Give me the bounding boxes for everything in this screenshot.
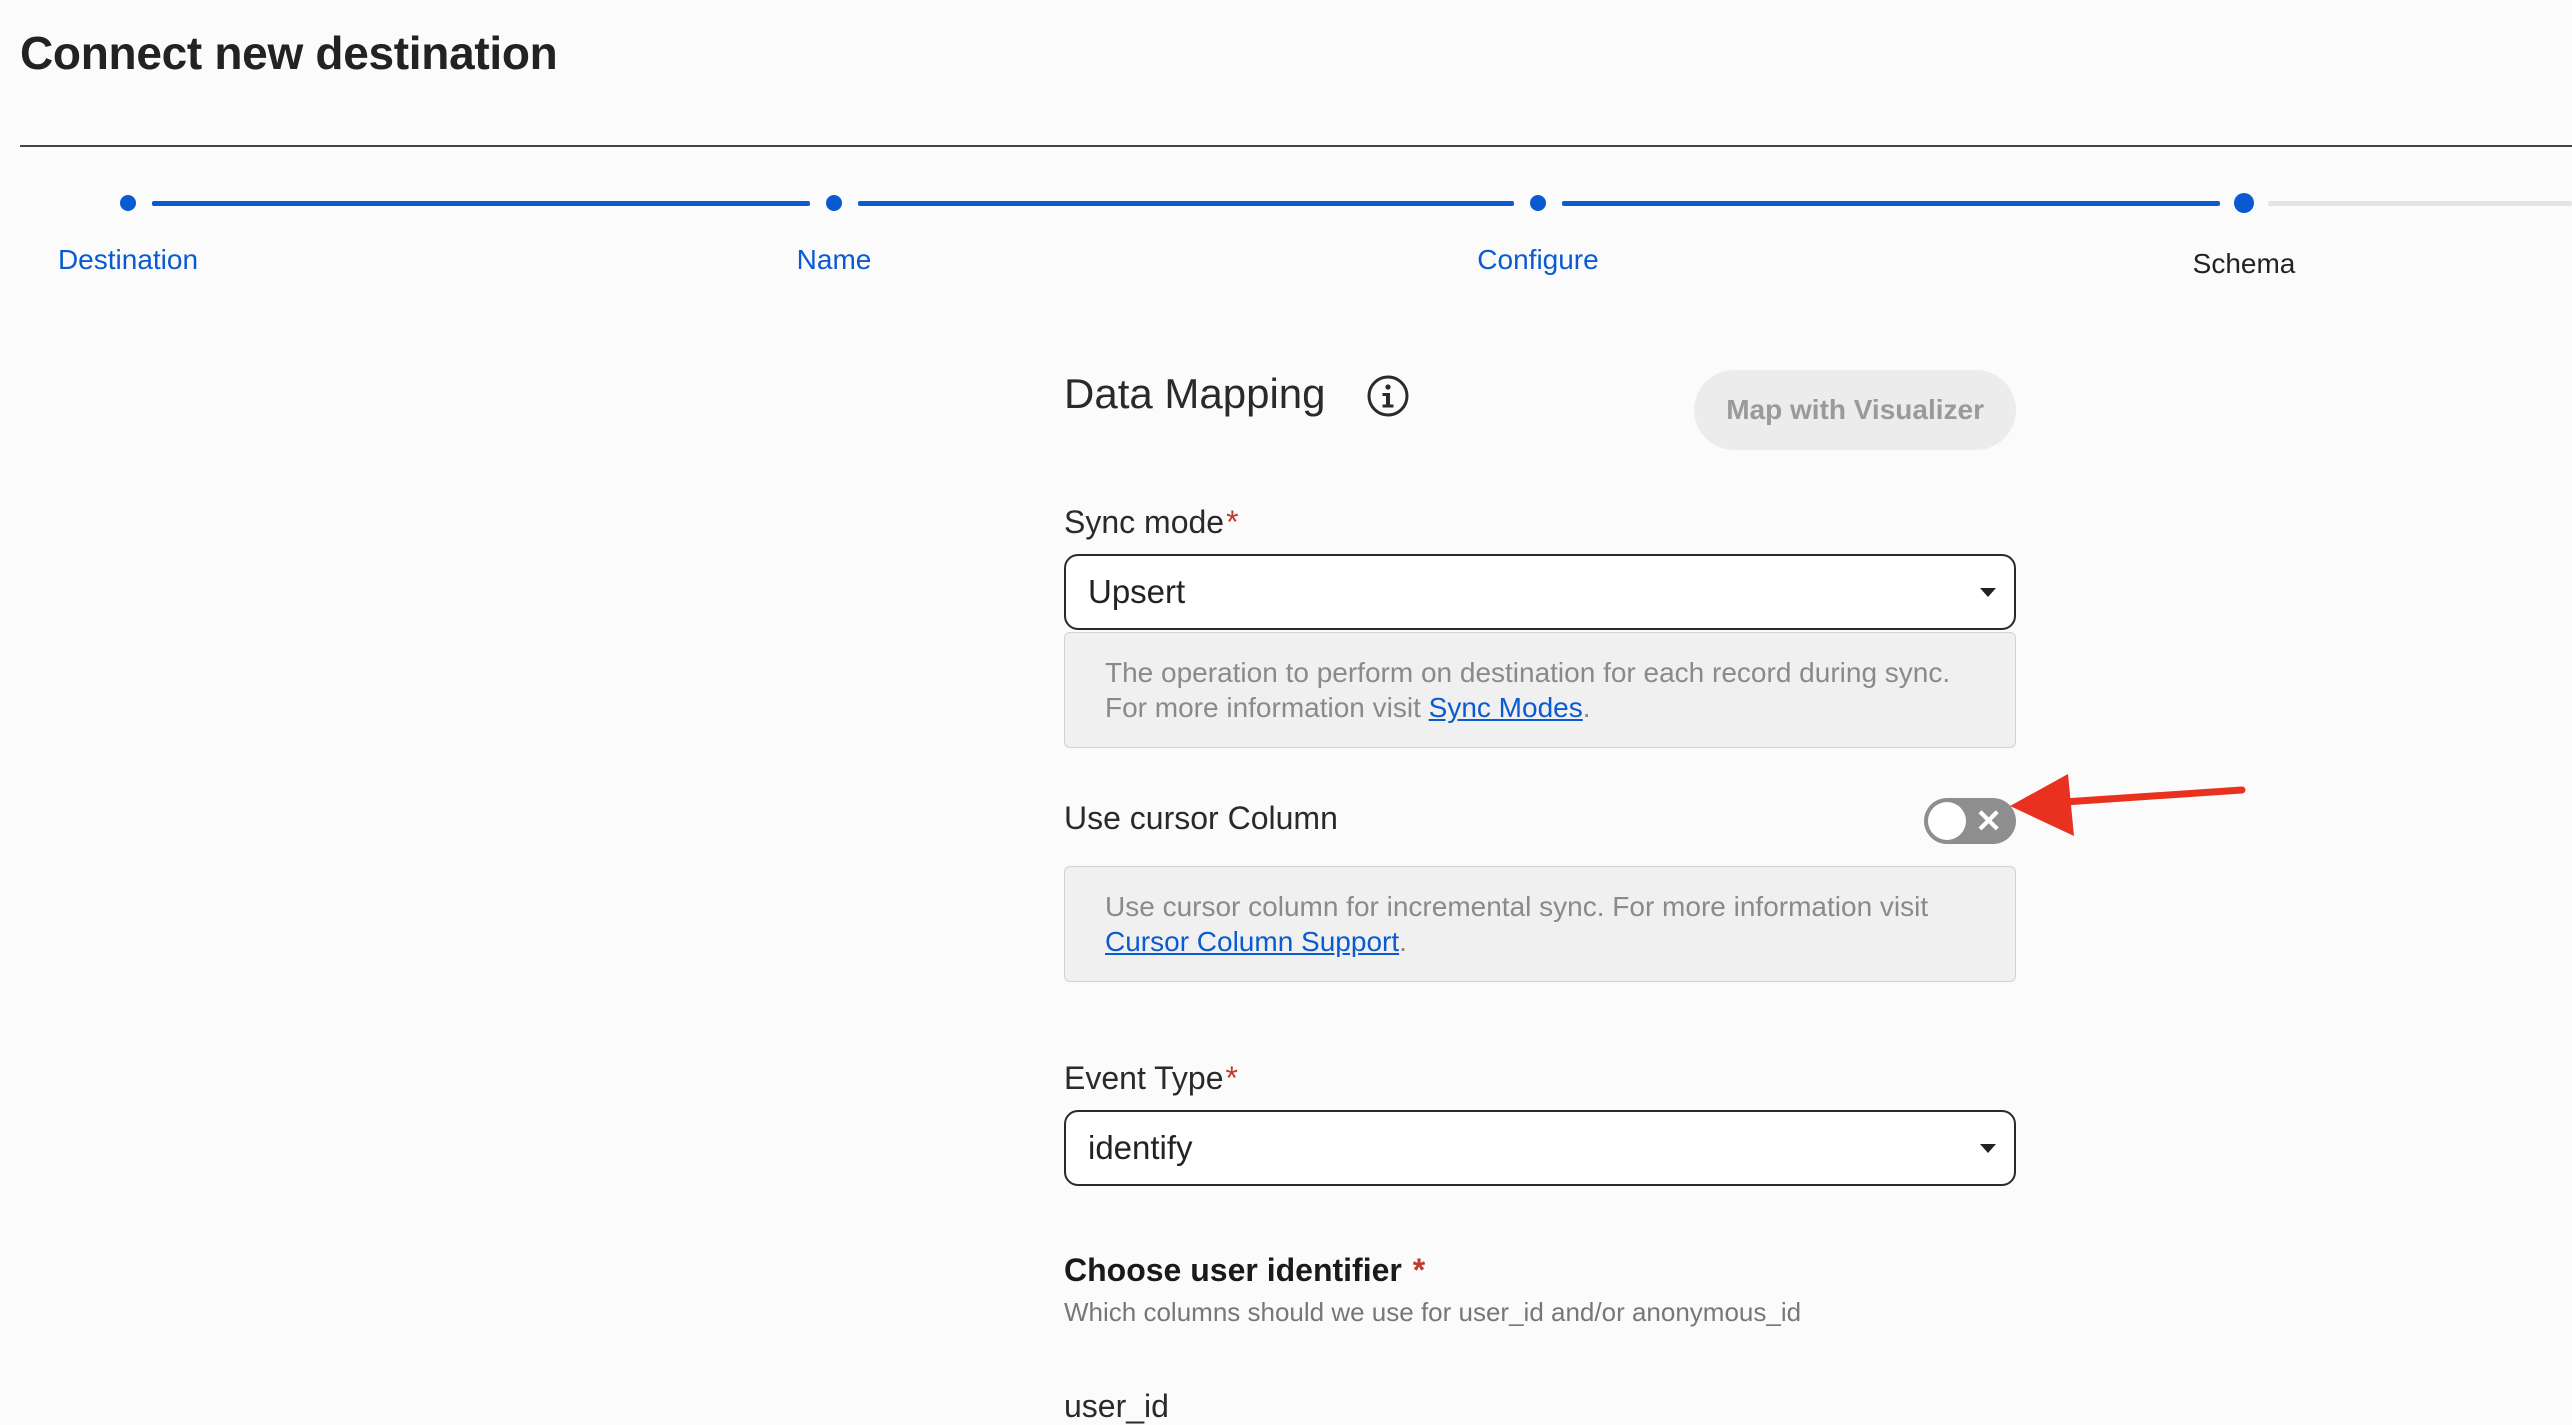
step-schema: Schema xyxy=(2192,248,2296,279)
step-dot-configure xyxy=(1530,195,1546,211)
step-dot-name xyxy=(826,195,842,211)
step-dot-destination xyxy=(120,195,136,211)
cursor-column-help: Use cursor column for incremental sync. … xyxy=(1064,866,2016,982)
required-mark: * xyxy=(1412,1252,1426,1288)
event-type-value: identify xyxy=(1088,1129,1193,1166)
event-type-label: Event Type* xyxy=(1064,1058,2016,1098)
help-suffix: . xyxy=(1582,692,1591,723)
step-name[interactable]: Name xyxy=(797,244,872,276)
event-type-select[interactable]: identify xyxy=(1064,1110,2016,1186)
step-dot-schema xyxy=(2234,193,2254,213)
cursor-column-support-link[interactable]: Cursor Column Support xyxy=(1105,926,1399,957)
sync-mode-help: The operation to perform on destination … xyxy=(1064,632,2016,748)
cursor-column-help-text: Use cursor column for incremental sync. … xyxy=(1105,891,1929,922)
required-mark: * xyxy=(1226,504,1239,540)
toggle-knob xyxy=(1928,802,1966,840)
event-type-label-text: Event Type xyxy=(1064,1060,1224,1096)
step-connector xyxy=(152,201,810,206)
title-divider xyxy=(20,145,2572,147)
cursor-column-label: Use cursor Column xyxy=(1064,800,1338,836)
data-mapping-header: Data Mapping Map with Visualizer xyxy=(1064,360,2016,450)
sync-modes-link[interactable]: Sync Modes xyxy=(1429,692,1583,723)
step-connector xyxy=(858,201,1514,206)
step-connector-remaining xyxy=(2268,201,2572,206)
map-with-visualizer-button[interactable]: Map with Visualizer xyxy=(1694,370,2016,450)
chevron-down-icon xyxy=(1980,588,1996,597)
chevron-down-icon xyxy=(1980,1144,1996,1153)
user-identifier-subtitle: Which columns should we use for user_id … xyxy=(1064,1297,1802,1327)
required-mark: * xyxy=(1225,1060,1238,1096)
sync-mode-label: Sync mode* xyxy=(1064,502,2016,542)
page-title: Connect new destination xyxy=(20,27,558,79)
step-configure[interactable]: Configure xyxy=(1477,244,1598,276)
sync-mode-select[interactable]: Upsert xyxy=(1064,554,2016,630)
user-identifier-title: Choose user identifier * xyxy=(1064,1252,2016,1289)
sync-mode-label-text: Sync mode xyxy=(1064,504,1225,540)
help-suffix: . xyxy=(1399,926,1407,957)
data-mapping-form: Data Mapping Map with Visualizer Sync mo… xyxy=(1064,360,2016,1425)
user-identifier-title-text: Choose user identifier xyxy=(1064,1252,1402,1288)
user-id-label: user_id xyxy=(1064,1388,1169,1424)
section-title: Data Mapping xyxy=(1064,370,1326,417)
step-destination[interactable]: Destination xyxy=(58,244,198,276)
annotation-arrow-icon xyxy=(2010,774,2246,836)
info-icon[interactable] xyxy=(1366,374,1410,418)
sync-mode-value: Upsert xyxy=(1088,573,1186,610)
progress-stepper: Destination Name Configure Schema xyxy=(0,180,2572,300)
close-icon: ✕ xyxy=(1975,803,2002,839)
cursor-column-toggle[interactable]: ✕ xyxy=(1924,798,2016,844)
step-connector xyxy=(1562,201,2220,206)
cursor-column-row: Use cursor Column ✕ xyxy=(1064,798,2016,848)
